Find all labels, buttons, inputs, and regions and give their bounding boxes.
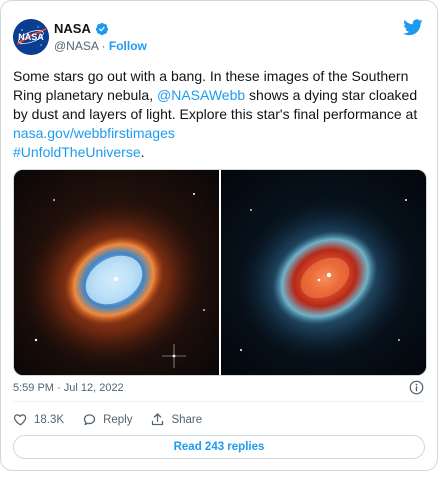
action-bar: 18.3K Reply Share	[13, 412, 202, 427]
nebula-nircam-graphic	[14, 170, 219, 375]
heart-icon	[13, 414, 27, 426]
follow-button[interactable]: Follow	[109, 39, 147, 53]
nasa-logo-icon: NASA	[13, 19, 49, 55]
tweet-text-end: .	[140, 144, 145, 160]
reply-button[interactable]: Reply	[82, 412, 132, 427]
like-count: 18.3K	[34, 413, 65, 426]
divider	[13, 401, 425, 402]
account-name-row[interactable]: NASA	[54, 21, 109, 36]
separator-dot: ·	[101, 39, 106, 53]
info-icon[interactable]	[409, 380, 424, 395]
reply-label: Reply	[103, 413, 133, 426]
handle-line: @NASA · Follow	[54, 39, 147, 53]
like-button[interactable]: 18.3K	[13, 412, 64, 427]
nebula-image-miri[interactable]	[221, 170, 426, 375]
verified-badge-icon	[95, 22, 108, 35]
nebula-image-nircam[interactable]	[14, 170, 219, 375]
twitter-bird-icon[interactable]	[403, 19, 423, 36]
account-name[interactable]: NASA	[54, 21, 91, 36]
read-replies-button[interactable]: Read 243 replies	[13, 435, 425, 459]
tweet-text: Some stars go out with a bang. In these …	[13, 67, 423, 162]
share-label: Share	[171, 413, 203, 426]
svg-text:NASA: NASA	[18, 32, 44, 42]
mention-link[interactable]: @NASAWebb	[157, 87, 245, 103]
tweet-timestamp[interactable]: 5:59 PM · Jul 12, 2022	[13, 382, 124, 394]
webb-images-link[interactable]: nasa.gov/webbfirstimages	[13, 125, 175, 141]
tweet-card: NASA NASA @NASA · Follow Some stars go o…	[0, 0, 438, 471]
speech-bubble-icon	[83, 414, 96, 426]
media-grid	[13, 169, 427, 376]
account-handle[interactable]: @NASA	[54, 39, 98, 53]
share-button[interactable]: Share	[150, 412, 202, 427]
share-upload-icon	[152, 413, 164, 426]
avatar[interactable]: NASA	[13, 19, 49, 55]
hashtag-link[interactable]: #UnfoldTheUniverse	[13, 144, 141, 160]
nebula-miri-graphic	[221, 170, 426, 375]
read-replies-label: Read 243 replies	[173, 441, 265, 453]
